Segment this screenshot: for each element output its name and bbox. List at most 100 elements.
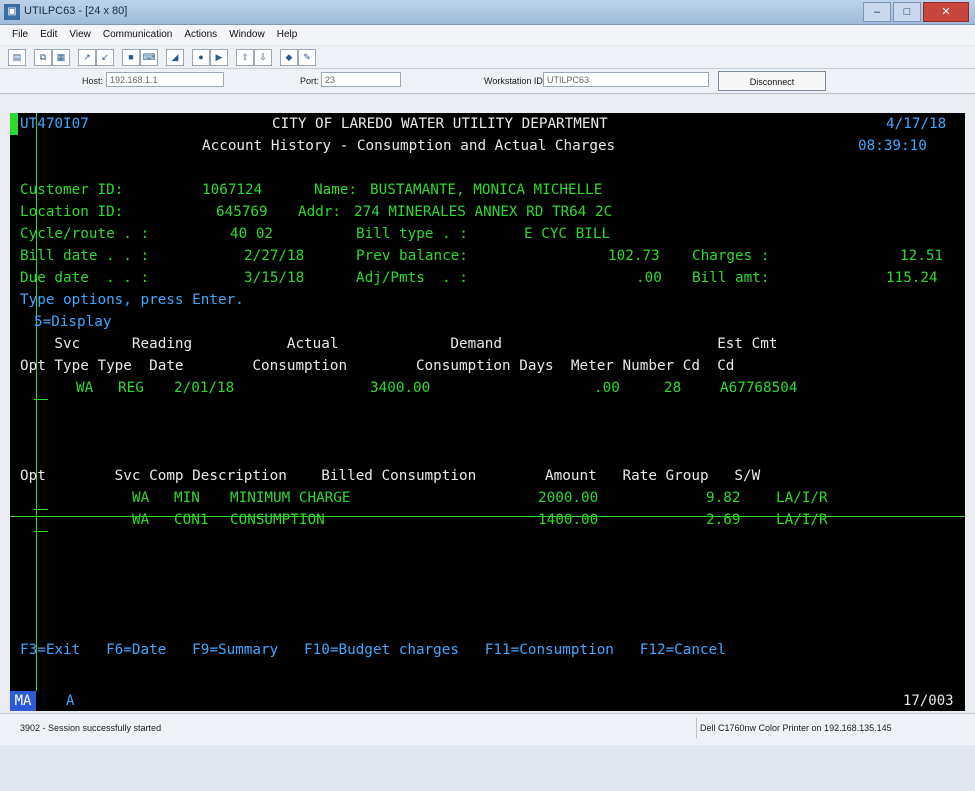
cycle-route-value: 40 02 xyxy=(230,226,274,242)
reading-svc-type: WA xyxy=(76,380,94,396)
reading-meter-number: A67768504 xyxy=(720,380,798,396)
charge-billed-consumption-2: 1400.00 xyxy=(538,512,599,528)
macro-record-icon[interactable]: ● xyxy=(192,49,210,66)
window-title: UTILPC63 - [24 x 80] xyxy=(24,5,128,17)
color-icon[interactable]: ◢ xyxy=(166,49,184,66)
addr-label: Addr: xyxy=(298,204,342,220)
print-screen-icon[interactable]: ▤ xyxy=(8,49,26,66)
reading-header-1: Svc Reading Actual Demand Est Cmt xyxy=(20,336,778,352)
bill-type-label: Bill type . : xyxy=(356,226,468,242)
function-key-legend[interactable]: F3=Exit F6=Date F9=Summary F10=Budget ch… xyxy=(20,639,726,661)
toolbar: ▤ ⧉ ▦ ↗ ↙ ■ ⌨ ◢ ● ▶ ⇧ ⇩ ◆ ✎ xyxy=(0,46,975,69)
menu-actions[interactable]: Actions xyxy=(178,25,223,45)
session-indicator: A xyxy=(66,693,75,709)
maximize-button[interactable]: □ xyxy=(893,2,921,22)
due-date-value: 3/15/18 xyxy=(244,270,305,286)
workstation-input[interactable]: UTILPC63 xyxy=(543,72,709,87)
bill-date-value: 2/27/18 xyxy=(244,248,305,264)
reading-header-2: Opt Type Type Date Consumption Consumpti… xyxy=(20,358,735,374)
adj-pmts-value: .00 xyxy=(636,270,662,286)
copy-icon[interactable]: ⧉ xyxy=(34,49,52,66)
instructions-text: Type options, press Enter. xyxy=(20,292,244,308)
prev-balance-label: Prev balance: xyxy=(356,248,468,264)
charge-amount-2: 2.69 xyxy=(706,512,741,528)
title-bar: ▣ UTILPC63 - [24 x 80] – □ ✕ xyxy=(0,0,975,25)
status-divider xyxy=(696,718,697,738)
macro-play-icon[interactable]: ▶ xyxy=(210,49,228,66)
menu-window[interactable]: Window xyxy=(223,25,271,45)
charge-rate-group-2: LA/I/R xyxy=(776,512,828,528)
emulator-window: ▣ UTILPC63 - [24 x 80] – □ ✕ File Edit V… xyxy=(0,0,975,745)
reading-days: 28 xyxy=(664,380,682,396)
input-mode-indicator: MA xyxy=(10,691,36,711)
charge-amount-1: 9.82 xyxy=(706,490,741,506)
addr-value: 274 MINERALES ANNEX RD TR64 2C xyxy=(354,204,613,220)
menu-view[interactable]: View xyxy=(63,25,97,45)
menu-communication[interactable]: Communication xyxy=(97,25,178,45)
charge-description-2: CONSUMPTION xyxy=(230,512,325,528)
customer-id-label: Customer ID: xyxy=(20,182,124,198)
minimize-button[interactable]: – xyxy=(863,2,891,22)
port-input[interactable]: 23 xyxy=(321,72,401,87)
reading-date: 2/01/18 xyxy=(174,380,235,396)
reading-type: REG xyxy=(118,380,144,396)
customer-id-value: 1067124 xyxy=(202,182,263,198)
charges-value: 12.51 xyxy=(900,248,944,264)
reading-demand-consumption: .00 xyxy=(594,380,620,396)
menu-bar: File Edit View Communication Actions Win… xyxy=(0,25,975,45)
program-id: UT470I07 xyxy=(20,116,89,132)
cursor-position: 17/003 xyxy=(903,693,954,709)
screen-date: 4/17/18 xyxy=(886,116,947,132)
port-label: Port: xyxy=(300,76,320,86)
status-message: 3902 - Session successfully started xyxy=(20,723,162,733)
receive-file-icon[interactable]: ↙ xyxy=(96,49,114,66)
printer-status: Dell C1760nw Color Printer on 192.168.13… xyxy=(700,723,892,733)
prev-balance-value: 102.73 xyxy=(608,248,660,264)
charge-billed-consumption-1: 2000.00 xyxy=(538,490,599,506)
menu-help[interactable]: Help xyxy=(271,25,304,45)
screen-time: 08:39:10 xyxy=(858,138,927,154)
operator-info-area: MA A 17/003 xyxy=(10,691,965,711)
adj-pmts-label: Adj/Pmts . : xyxy=(356,270,468,286)
transfer-up-icon[interactable]: ⇧ xyxy=(236,49,254,66)
charge-comp-1: MIN xyxy=(174,490,200,506)
screen-subtitle: Account History - Consumption and Actual… xyxy=(202,138,616,154)
cycle-route-label: Cycle/route . : xyxy=(20,226,150,242)
location-id-label: Location ID: xyxy=(20,204,124,220)
paste-icon[interactable]: ▦ xyxy=(52,49,70,66)
workstation-label: Workstation ID: xyxy=(484,76,546,86)
connection-bar: Host: 192.168.1.1 Port: 23 Workstation I… xyxy=(0,69,975,94)
name-label: Name: xyxy=(314,182,358,198)
screen-title: CITY OF LAREDO WATER UTILITY DEPARTMENT xyxy=(272,116,608,132)
send-file-icon[interactable]: ↗ xyxy=(78,49,96,66)
disconnect-button[interactable]: Disconnect xyxy=(718,71,826,91)
charge-comp-2: CON1 xyxy=(174,512,209,528)
charge-opt-input-2[interactable] xyxy=(34,531,48,532)
terminal-screen[interactable]: UT470I07 CITY OF LAREDO WATER UTILITY DE… xyxy=(10,113,965,691)
menu-file[interactable]: File xyxy=(6,25,34,45)
host-label: Host: xyxy=(82,76,104,86)
cursor-block xyxy=(10,113,18,135)
keyboard-icon[interactable]: ⌨ xyxy=(140,49,158,66)
charge-svc-1: WA xyxy=(132,490,150,506)
charges-header: Opt Svc Comp Description Billed Consumpt… xyxy=(20,468,761,484)
charge-opt-input-1[interactable] xyxy=(34,509,48,510)
reading-actual-consumption: 3400.00 xyxy=(370,380,431,396)
settings-icon[interactable]: ✎ xyxy=(298,49,316,66)
bill-amt-value: 115.24 xyxy=(886,270,938,286)
close-button[interactable]: ✕ xyxy=(923,2,969,22)
menu-edit[interactable]: Edit xyxy=(34,25,63,45)
transfer-down-icon[interactable]: ⇩ xyxy=(254,49,272,66)
connect-icon[interactable]: ◆ xyxy=(280,49,298,66)
option-display-hint: 5=Display xyxy=(34,314,112,330)
charge-rate-group-1: LA/I/R xyxy=(776,490,828,506)
charge-svc-2: WA xyxy=(132,512,150,528)
bill-amt-label: Bill amt: xyxy=(692,270,770,286)
charge-description-1: MINIMUM CHARGE xyxy=(230,490,351,506)
host-input[interactable]: 192.168.1.1 xyxy=(106,72,224,87)
due-date-label: Due date . . : xyxy=(20,270,150,286)
display-icon[interactable]: ■ xyxy=(122,49,140,66)
reading-opt-input[interactable] xyxy=(34,399,48,400)
location-id-value: 645769 xyxy=(216,204,268,220)
name-value: BUSTAMANTE, MONICA MICHELLE xyxy=(370,182,603,198)
